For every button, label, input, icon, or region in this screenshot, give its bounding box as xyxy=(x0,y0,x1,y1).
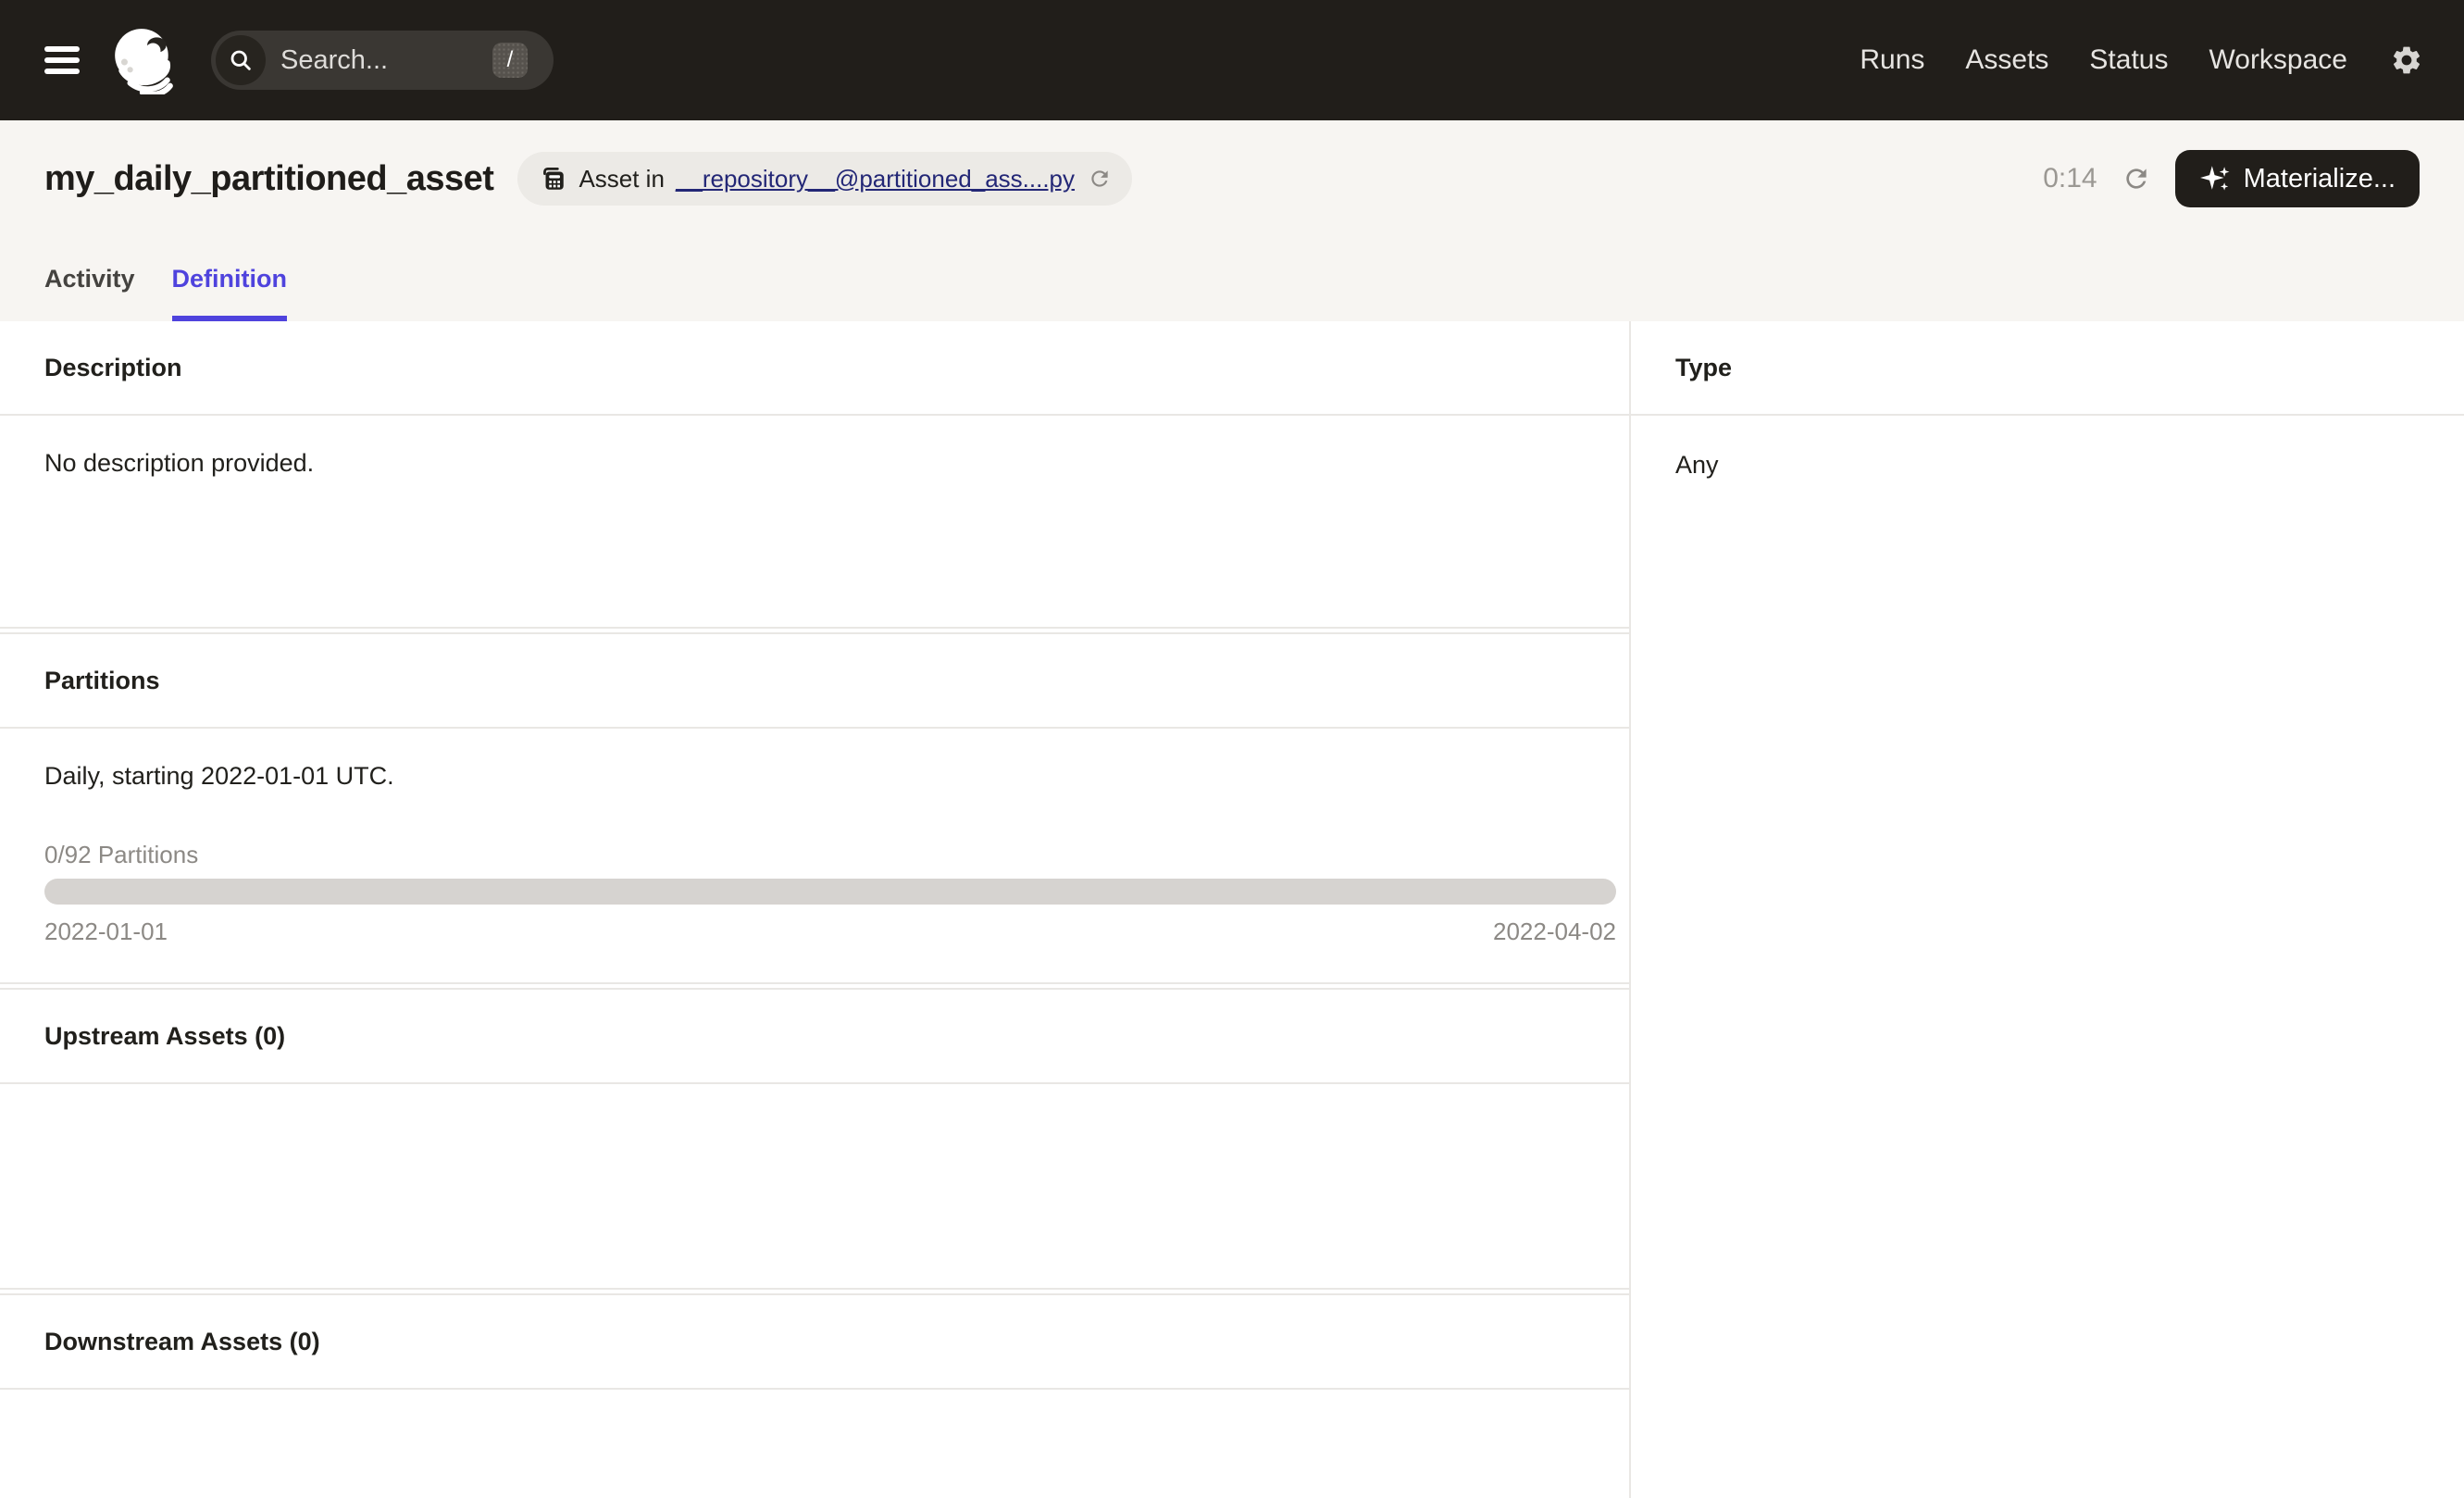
top-navbar: Search... / Runs Assets Status Workspace xyxy=(0,0,2464,120)
partition-range-end: 2022-04-02 xyxy=(1493,918,1616,945)
nav-link-status[interactable]: Status xyxy=(2089,44,2168,76)
partitions-progress-label: 0/92 Partitions xyxy=(44,841,199,868)
nav-link-workspace[interactable]: Workspace xyxy=(2209,44,2347,76)
downstream-assets-header: Downstream Assets (0) xyxy=(0,1293,1629,1390)
nav-link-assets[interactable]: Assets xyxy=(1965,44,2048,76)
nav-link-runs[interactable]: Runs xyxy=(1860,44,1924,76)
right-column: Type Any xyxy=(1631,321,2464,1498)
type-section-body: Any xyxy=(1631,416,2464,1498)
left-column: Description No description provided. Par… xyxy=(0,321,1631,1498)
sparkle-icon xyxy=(2199,166,2230,191)
nav-links: Runs Assets Status Workspace xyxy=(1860,44,2347,76)
definition-content: Description No description provided. Par… xyxy=(0,321,2464,1498)
type-section-header: Type xyxy=(1631,321,2464,416)
downstream-assets-body xyxy=(0,1390,1629,1498)
partitions-section-header: Partitions xyxy=(0,632,1629,729)
refresh-timer: 0:14 xyxy=(2043,163,2097,193)
search-shortcut-key: / xyxy=(492,43,528,78)
tabs: Activity Definition xyxy=(44,265,2420,321)
repository-link[interactable]: __repository__@partitioned_ass....py xyxy=(676,165,1075,193)
description-section-header: Description xyxy=(0,321,1629,416)
materialize-button[interactable]: Materialize... xyxy=(2174,150,2420,207)
gear-icon[interactable] xyxy=(2390,44,2423,77)
asset-group-icon xyxy=(543,167,565,190)
page-header: my_daily_partitioned_asset Asset in __re… xyxy=(0,120,2464,321)
dagster-logo xyxy=(115,29,173,94)
asset-origin-badge: Asset in __repository__@partitioned_ass.… xyxy=(517,152,1133,206)
search-placeholder: Search... xyxy=(280,44,389,75)
materialize-label: Materialize... xyxy=(2243,163,2396,193)
refresh-icon[interactable] xyxy=(2122,164,2151,193)
partition-progress-bar xyxy=(44,879,1616,905)
reload-icon[interactable] xyxy=(1088,167,1112,191)
search-icon xyxy=(216,35,266,85)
partition-range-start: 2022-01-01 xyxy=(44,918,168,945)
partitions-section-body: Daily, starting 2022-01-01 UTC. 0/92 Par… xyxy=(0,729,1629,984)
page-title: my_daily_partitioned_asset xyxy=(44,158,494,198)
tab-activity[interactable]: Activity xyxy=(44,265,135,321)
upstream-assets-body xyxy=(0,1084,1629,1290)
description-text: No description provided. xyxy=(44,449,315,477)
partitions-summary: Daily, starting 2022-01-01 UTC. xyxy=(44,762,394,790)
type-value: Any xyxy=(1675,451,1719,479)
upstream-assets-header: Upstream Assets (0) xyxy=(0,988,1629,1084)
badge-prefix: Asset in xyxy=(579,164,665,193)
search-input[interactable]: Search... / xyxy=(211,31,554,90)
tab-definition[interactable]: Definition xyxy=(171,265,288,321)
description-section-body: No description provided. xyxy=(0,416,1629,629)
hamburger-menu-icon[interactable] xyxy=(44,41,80,80)
